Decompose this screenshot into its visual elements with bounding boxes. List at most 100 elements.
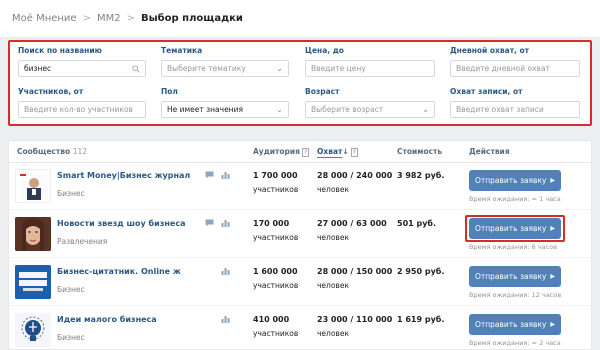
wait-time: Время ожидания: ≈ 1 часа [469,195,561,203]
search-input[interactable]: бизнес [18,60,146,77]
audience-value: 410 000 [253,315,290,324]
reach-value: 28 000 / 240 000 [317,171,393,180]
audience-unit: участников [253,185,299,194]
filter-price: Цена, до Введите цену [305,46,435,77]
message-icon[interactable] [205,219,214,227]
age-select-placeholder: Выберите возраст [311,105,384,114]
age-select[interactable]: Выберите возраст ⌄ [305,101,435,118]
filter-sex-label: Пол [161,87,178,96]
header-actions: Действия [469,147,510,156]
price-input-placeholder: Введите цену [311,64,366,73]
table-row: Smart Money|Бизнес журнал Бизнес 1 700 0… [9,163,593,210]
stats-icon[interactable] [221,171,230,179]
community-count: 112 [72,147,88,156]
post-reach-input[interactable]: Введите охват записи [450,101,580,118]
daily-reach-input[interactable]: Введите дневной охват [450,60,580,77]
filter-daily-reach-label: Дневной охват, от [450,46,529,55]
filter-price-label: Цена, до [305,46,344,55]
community-name[interactable]: Бизнес-цитатник. Online ж [57,267,181,276]
avatar[interactable] [15,169,51,203]
filter-members: Участников, от Введите кол-во участников [18,87,146,118]
community-category: Бизнес [57,189,85,198]
header-reach-label: Охват [317,147,343,156]
triangle-right-icon: ▶ [550,273,556,280]
community-category: Бизнес [57,285,85,294]
triangle-right-icon: ▶ [550,177,556,184]
table-header: Сообщество 112 Аудитория? Охват↓? Стоимо… [9,141,593,163]
avatar[interactable] [15,313,51,347]
filter-sex: Пол Не имеет значения ⌄ [161,87,289,118]
filter-post-reach-label: Охват записи, от [450,87,523,96]
send-request-label: Отправить заявку [474,224,547,233]
stats-icon[interactable] [221,219,230,227]
message-icon[interactable] [205,171,214,179]
breadcrumb-separator: > [82,13,91,24]
header-audience[interactable]: Аудитория? [253,147,310,157]
wait-time: Время ожидания: 6 часов [469,243,558,251]
table-row: Идеи малого бизнеса Бизнес 410 000 участ… [9,307,593,350]
filter-daily-reach: Дневной охват, от Введите дневной охват [450,46,580,77]
audience-value: 1 700 000 [253,171,298,180]
price-value: 2 950 руб. [397,267,445,276]
table-row: Бизнес-цитатник. Online ж Бизнес 1 600 0… [9,259,593,306]
breadcrumb-item-moe-mnenie[interactable]: Моё Мнение [12,13,77,24]
avatar[interactable] [15,265,51,299]
audience-value: 1 600 000 [253,267,298,276]
post-reach-input-placeholder: Введите охват записи [456,105,544,114]
reach-unit: человек [317,329,349,338]
price-value: 1 619 руб. [397,315,445,324]
avatar[interactable] [15,217,51,251]
price-value: 3 982 руб. [397,171,445,180]
filters-panel: Поиск по названию бизнес Тематика Выбери… [8,40,592,126]
filter-age: Возраст Выберите возраст ⌄ [305,87,435,118]
search-input-value: бизнес [24,64,52,73]
audience-unit: участников [253,329,299,338]
send-request-button[interactable]: Отправить заявку ▶ [469,218,561,239]
price-input[interactable]: Введите цену [305,60,435,77]
topic-select[interactable]: Выберите тематику ⌄ [161,60,289,77]
reach-value: 27 000 / 63 000 [317,219,387,228]
chevron-down-icon: ⌄ [276,64,283,73]
help-icon[interactable]: ? [350,148,358,157]
filter-topic-label: Тематика [161,46,203,55]
send-request-label: Отправить заявку [474,176,547,185]
sex-select-value: Не имеет значения [167,105,243,114]
members-input[interactable]: Введите кол-во участников [18,101,146,118]
filter-members-label: Участников, от [18,87,84,96]
breadcrumb: Моё Мнение > ММ2 > Выбор площадки [0,0,600,38]
daily-reach-input-placeholder: Введите дневной охват [456,64,550,73]
filter-post-reach: Охват записи, от Введите охват записи [450,87,580,118]
audience-unit: участников [253,233,299,242]
audience-value: 170 000 [253,219,290,228]
community-name[interactable]: Smart Money|Бизнес журнал [57,171,190,180]
breadcrumb-item-mm2[interactable]: ММ2 [97,13,121,24]
sex-select[interactable]: Не имеет значения ⌄ [161,101,289,118]
stats-icon[interactable] [221,267,230,275]
wait-time: Время ожидания: 12 часов [469,291,562,299]
members-input-placeholder: Введите кол-во участников [24,105,133,114]
reach-unit: человек [317,233,349,242]
table-row: Новости звезд шоу бизнеса Развлечения 17… [9,211,593,258]
wait-time: Время ожидания: ≈ 2 часа [469,339,561,347]
send-request-button[interactable]: Отправить заявку ▶ [469,170,561,191]
filter-topic: Тематика Выберите тематику ⌄ [161,46,289,77]
header-community-label: Сообщество [17,147,71,156]
help-icon[interactable]: ? [301,148,310,157]
community-name[interactable]: Идеи малого бизнеса [57,315,157,324]
community-category: Развлечения [57,237,108,246]
send-request-button[interactable]: Отправить заявку ▶ [469,266,561,287]
reach-unit: человек [317,185,349,194]
header-reach[interactable]: Охват↓? [317,147,358,157]
communities-table: Сообщество 112 Аудитория? Охват↓? Стоимо… [8,140,593,350]
triangle-right-icon: ▶ [550,225,556,232]
send-request-label: Отправить заявку [474,272,547,281]
sort-arrow-icon: ↓ [342,147,349,156]
filter-age-label: Возраст [305,87,340,96]
community-name[interactable]: Новости звезд шоу бизнеса [57,219,185,228]
triangle-right-icon: ▶ [550,321,556,328]
breadcrumb-separator: > [126,13,135,24]
send-request-button[interactable]: Отправить заявку ▶ [469,314,561,335]
stats-icon[interactable] [221,315,230,323]
reach-value: 28 000 / 150 000 [317,267,393,276]
header-price[interactable]: Стоимость [397,147,442,156]
